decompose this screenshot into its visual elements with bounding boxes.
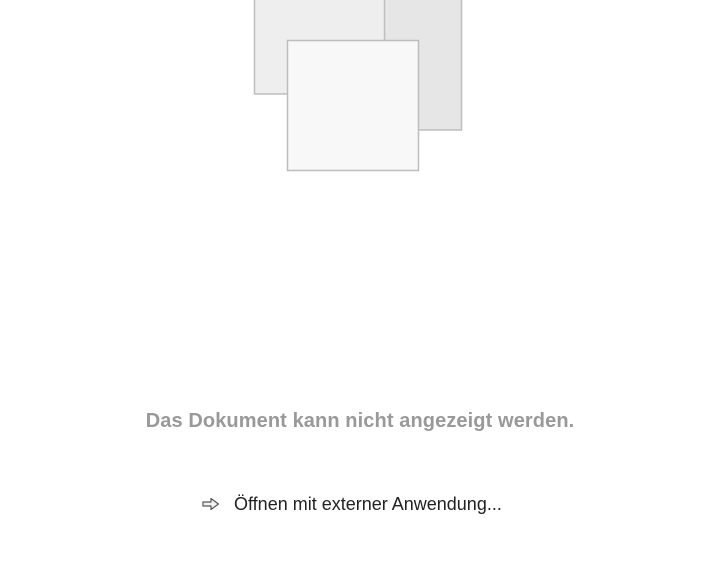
open-external-app-link[interactable]: Öffnen mit externer Anwendung... bbox=[202, 492, 502, 516]
documents-placeholder-icon bbox=[253, 0, 463, 173]
document-viewer: Das Dokument kann nicht angezeigt werden… bbox=[0, 0, 720, 565]
error-message: Das Dokument kann nicht angezeigt werden… bbox=[145, 410, 575, 432]
front-page-shape bbox=[286, 39, 420, 172]
open-external-app-label: Öffnen mit externer Anwendung... bbox=[234, 493, 502, 514]
arrow-right-icon bbox=[202, 497, 220, 511]
